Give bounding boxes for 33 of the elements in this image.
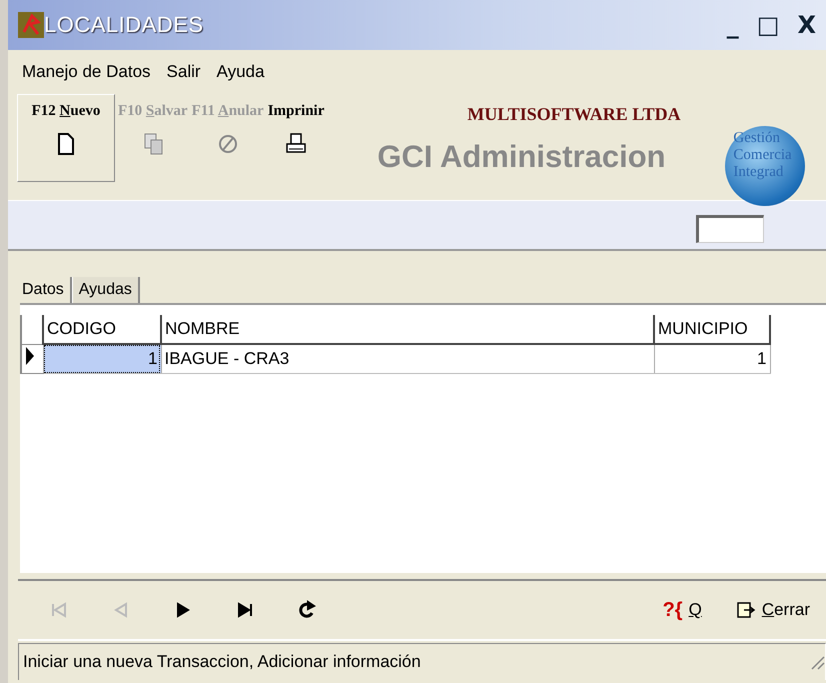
query-icon: ?{ xyxy=(662,598,683,622)
product-name: GCI Administracion xyxy=(377,139,666,175)
toolbar-button[interactable]: Imprinir xyxy=(266,94,326,182)
close-button[interactable]: X xyxy=(797,11,816,39)
minimize-button[interactable]: _ xyxy=(726,11,739,39)
refresh-icon xyxy=(297,600,317,620)
documents-icon xyxy=(142,132,164,156)
table-cell: 1 xyxy=(654,344,770,374)
table-cell: 1 xyxy=(43,344,161,374)
toolbar-button[interactable]: F12 Nuevo xyxy=(17,94,115,182)
window-title: LOCALIDADES xyxy=(44,12,204,38)
logo-text: Gestión xyxy=(733,130,782,147)
maximize-button[interactable]: □ xyxy=(756,11,780,39)
last-record-icon xyxy=(235,600,255,620)
app-icon xyxy=(18,12,44,38)
logo-text: Integrad xyxy=(733,164,784,181)
menu-item[interactable]: Ayuda xyxy=(216,62,264,82)
status-text: Iniciar una nueva Transaccion, Adicionar información xyxy=(23,652,422,672)
first-record-icon xyxy=(49,600,69,620)
menu-item[interactable]: Manejo de Datos xyxy=(22,62,151,82)
query-button[interactable]: ?{ Q xyxy=(656,598,708,622)
printer-icon xyxy=(285,132,308,156)
column-header[interactable]: NOMBRE xyxy=(161,315,654,344)
close-button[interactable]: Cerrar xyxy=(730,599,816,621)
table-cell: IBAGUE - CRA3 xyxy=(161,344,654,374)
menu-item[interactable]: Salir xyxy=(166,62,201,82)
prohibited-icon xyxy=(216,132,239,156)
page-icon xyxy=(55,132,77,156)
column-header[interactable]: MUNICIPIO xyxy=(654,315,770,344)
tab[interactable]: Ayudas xyxy=(72,277,140,303)
input-field[interactable] xyxy=(696,215,764,243)
company-name: MULTISOFTWARE LTDA xyxy=(467,104,681,125)
door-icon xyxy=(736,601,756,619)
